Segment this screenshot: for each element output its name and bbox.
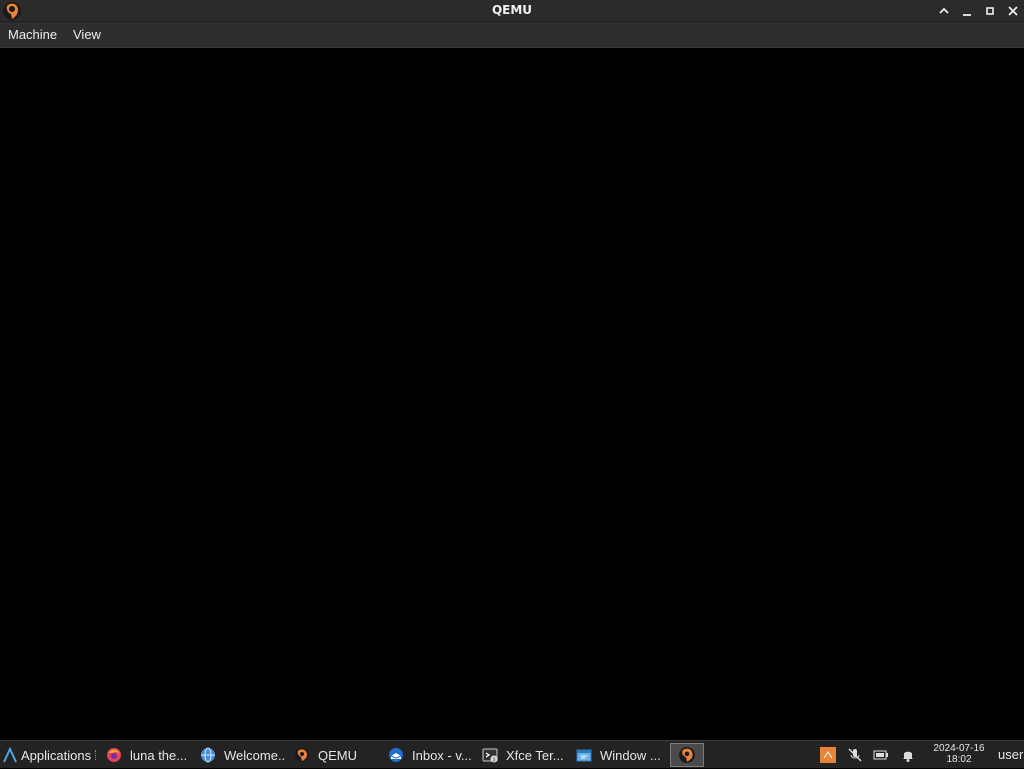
task-firefox[interactable]: luna the... [100, 743, 192, 767]
task-label: Inbox - v... [412, 747, 472, 763]
clock[interactable]: 2024-07-16 18:02 [927, 743, 991, 765]
task-qemu[interactable]: QEMU [288, 743, 380, 767]
minimize-icon[interactable] [958, 2, 976, 20]
shade-icon[interactable] [935, 2, 953, 20]
active-window-button[interactable] [670, 743, 704, 767]
task-label: QEMU [318, 747, 357, 763]
taskbar: Applications luna the... Welcome... QEMU [0, 740, 1024, 768]
thunderbird-icon [389, 748, 403, 762]
xfce-logo-icon [3, 747, 17, 763]
notification-bell-icon[interactable] [900, 747, 916, 763]
clock-date: 2024-07-16 [933, 743, 985, 754]
task-label: Welcome... [224, 747, 286, 763]
window-manager-icon [576, 749, 592, 762]
user-menu[interactable]: user [998, 747, 1023, 762]
window-titlebar[interactable]: QEMU [0, 0, 1024, 22]
applications-label: Applications [21, 747, 92, 763]
menu-machine[interactable]: Machine [8, 27, 57, 42]
qemu-icon [679, 747, 695, 763]
qemu-icon [295, 748, 309, 762]
window-title: QEMU [491, 3, 533, 17]
vm-display[interactable] [0, 48, 1024, 740]
qemu-window: QEMU Machine View [0, 0, 1024, 740]
menubar: Machine View [0, 22, 1024, 48]
menu-view[interactable]: View [73, 27, 101, 42]
task-thunderbird[interactable]: Inbox - v... [382, 743, 474, 767]
terminal-icon: 3 [482, 748, 498, 763]
firefox-icon [107, 748, 121, 762]
task-terminal[interactable]: 3 Xfce Ter... [476, 743, 568, 767]
network-orange-icon[interactable] [820, 747, 836, 763]
task-label: Xfce Ter... [506, 747, 564, 763]
terminal-badge: 3 [493, 757, 496, 763]
task-welcome[interactable]: Welcome... [194, 743, 286, 767]
applications-menu-button[interactable]: Applications [0, 741, 100, 769]
task-window-manager[interactable]: Window ... [570, 743, 662, 767]
mic-muted-icon[interactable] [847, 747, 863, 763]
task-label: Window ... [600, 747, 661, 763]
task-label: luna the... [130, 747, 188, 763]
close-icon[interactable] [1004, 2, 1022, 20]
browser-globe-icon [201, 747, 215, 763]
panel-handle[interactable] [95, 750, 98, 760]
clock-time: 18:02 [946, 754, 972, 765]
maximize-icon[interactable] [981, 2, 999, 20]
battery-icon[interactable] [873, 747, 889, 763]
